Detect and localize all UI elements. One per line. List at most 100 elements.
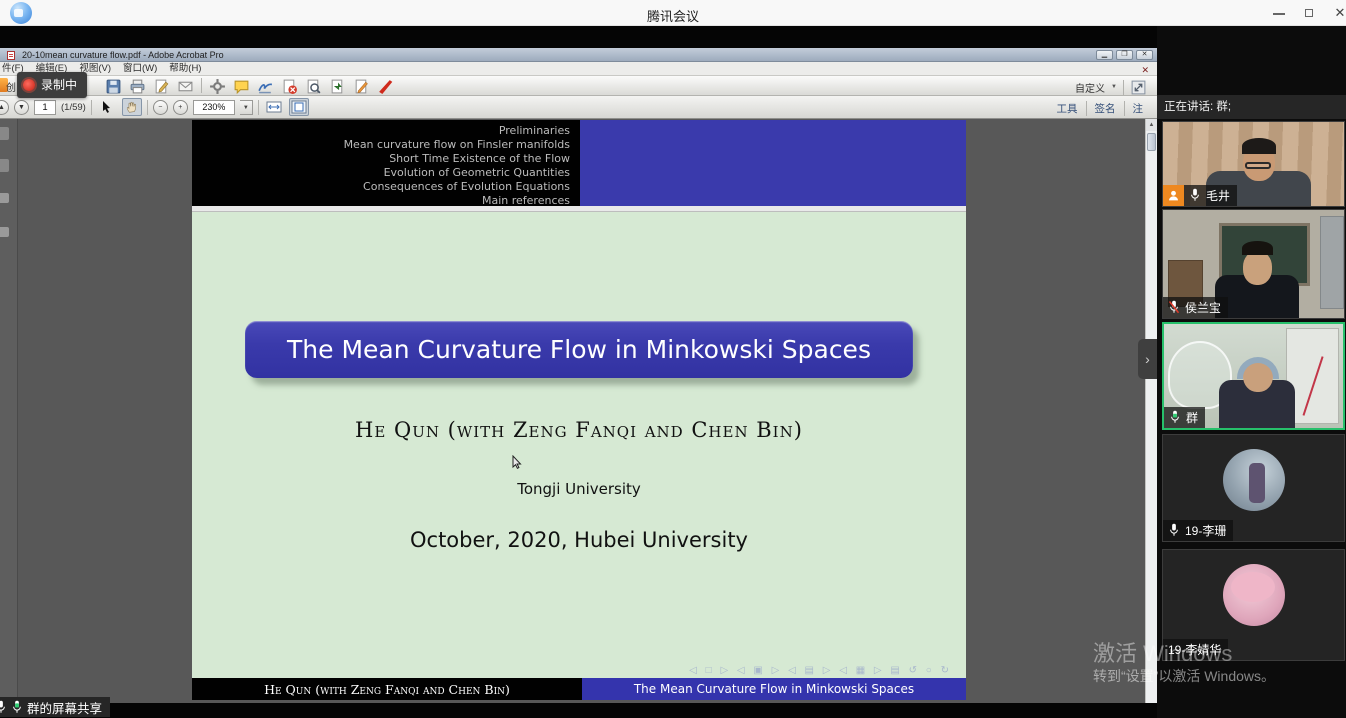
windows-watermark-line1: 激活 Windows <box>1093 636 1232 668</box>
page-count-label: (1/59) <box>61 102 86 113</box>
mic-icon <box>0 700 7 715</box>
customize-button[interactable]: 自定义 <box>1075 80 1105 95</box>
pdf-slide: Preliminaries Mean curvature flow on Fin… <box>192 120 966 700</box>
delete-pages-icon[interactable] <box>281 78 298 94</box>
slide-footer-title: The Mean Curvature Flow in Minkowski Spa… <box>582 678 966 700</box>
screen-share-label: 群的屏幕共享 <box>0 697 110 717</box>
scrollbar-thumb[interactable] <box>1147 133 1156 151</box>
toc-item: Preliminaries <box>344 124 570 138</box>
fit-page-button[interactable] <box>289 98 309 116</box>
acrobat-restore-button[interactable]: ❐ <box>1116 50 1133 60</box>
sign-tab[interactable]: 签名 <box>1095 101 1116 116</box>
mic-speaking-icon <box>11 700 23 715</box>
next-page-button[interactable]: ▼ <box>14 100 29 115</box>
zoom-dropdown-button[interactable]: ▼ <box>240 100 253 115</box>
fit-width-button[interactable] <box>264 98 284 116</box>
slide-footer-author: He Qun (with Zeng Fanqi and Chen Bin) <box>192 678 582 700</box>
hand-tool-button[interactable] <box>122 98 142 116</box>
acrobat-close-button[interactable]: ✕ <box>1136 50 1153 60</box>
mouse-cursor-icon <box>512 455 523 470</box>
window-title: 腾讯会议 <box>0 6 1346 25</box>
customize-caret-icon: ▼ <box>1111 84 1117 90</box>
acrobat-toolbar-main: 自定义 ▼ <box>0 76 1157 96</box>
panel-expand-tab[interactable]: › <box>1138 339 1157 379</box>
participant-name: 19-李珊 <box>1185 522 1226 539</box>
participant-avatar <box>1223 564 1285 626</box>
participant-name: 侯兰宝 <box>1185 299 1221 316</box>
meeting-window: 腾讯会议 ✕ 20-10mean curvature flow.pdf - Ad… <box>0 0 1346 718</box>
mic-speaking-icon <box>1169 410 1181 425</box>
speaking-indicator: 正在讲话: 群; ↩ <box>1157 95 1346 119</box>
beamer-nav-symbols[interactable]: ◁ □ ▷ ◁ ▣ ▷ ◁ ▤ ▷ ◁ ▦ ▷ ▤ ↺ ○ ↻ <box>689 665 952 676</box>
form-icon[interactable] <box>353 78 370 94</box>
acrobat-title: 20-10mean curvature flow.pdf - Adobe Acr… <box>22 48 224 62</box>
pdf-file-icon <box>7 51 15 60</box>
windows-watermark-line2: 转到“设置”以激活 Windows。 <box>1093 666 1275 686</box>
expand-toolbar-icon[interactable] <box>1130 79 1147 95</box>
participant-tile[interactable]: 19-李珊 <box>1162 434 1345 542</box>
participant-name: 毛井 <box>1206 187 1230 204</box>
participant-tile[interactable]: 毛井 <box>1162 121 1345 207</box>
search-document-icon[interactable] <box>305 78 322 94</box>
mic-on-icon <box>1189 188 1201 203</box>
create-button-label[interactable]: 创 <box>6 79 16 94</box>
hand-icon <box>125 100 139 114</box>
participant-tile[interactable]: 侯兰宝 <box>1162 209 1345 319</box>
slide-toc: Preliminaries Mean curvature flow on Fin… <box>344 124 570 208</box>
participant-tile-active[interactable]: 群 <box>1162 322 1345 430</box>
comment-icon[interactable] <box>233 78 250 94</box>
bookmarks-icon[interactable] <box>0 159 9 172</box>
minimize-button[interactable] <box>1271 5 1287 21</box>
toc-item: Consequences of Evolution Equations <box>344 180 570 194</box>
print-icon[interactable] <box>129 78 146 94</box>
gear-icon[interactable] <box>209 78 226 94</box>
page-thumbnails-icon[interactable] <box>0 127 9 140</box>
menubar-close-icon[interactable]: ✕ <box>1141 63 1149 77</box>
acrobat-titlebar[interactable]: 20-10mean curvature flow.pdf - Adobe Acr… <box>0 48 1157 62</box>
zoom-in-button[interactable]: + <box>173 100 188 115</box>
attachments-icon[interactable] <box>0 193 9 203</box>
highlight-pen-icon[interactable] <box>377 78 394 94</box>
acrobat-menubar: 件(F) 编辑(E) 视图(V) 窗口(W) 帮助(H) ✕ <box>0 62 1157 76</box>
mic-on-icon <box>1168 523 1180 538</box>
select-tool-button[interactable] <box>97 98 117 116</box>
menu-window[interactable]: 窗口(W) <box>123 62 157 75</box>
zoom-level-input[interactable]: 230% <box>193 100 235 115</box>
email-icon[interactable] <box>177 78 194 94</box>
toc-item: Short Time Existence of the Flow <box>344 152 570 166</box>
menu-help[interactable]: 帮助(H) <box>169 62 201 75</box>
mic-muted-icon <box>1168 300 1180 315</box>
previous-page-button[interactable]: ▲ <box>0 100 9 115</box>
speaking-label: 正在讲话: 群; <box>1164 101 1231 113</box>
close-button[interactable]: ✕ <box>1332 5 1346 21</box>
recording-badge: 录制中 <box>17 72 87 98</box>
share-label-text: 群的屏幕共享 <box>27 698 102 717</box>
slide-affiliation: Tongji University <box>192 480 966 498</box>
toc-item: Mean curvature flow on Finsler manifolds <box>344 138 570 152</box>
signature-icon[interactable] <box>257 78 274 94</box>
presenter-badge-icon <box>1163 185 1184 206</box>
signatures-icon[interactable] <box>0 227 9 237</box>
participants-sidebar: 正在讲话: 群; ↩ 毛井 <box>1157 26 1346 718</box>
acrobat-minimize-button[interactable]: ▁ <box>1096 50 1113 60</box>
slide-date-line: October, 2020, Hubei University <box>192 528 966 552</box>
slide-header-blue-panel <box>580 120 966 206</box>
edit-icon[interactable] <box>153 78 170 94</box>
scroll-up-icon[interactable]: ▲ <box>1146 119 1157 131</box>
acrobat-nav-pane[interactable] <box>0 119 18 703</box>
zoom-out-button[interactable]: − <box>153 100 168 115</box>
export-document-icon[interactable] <box>329 78 346 94</box>
toc-item: Evolution of Geometric Quantities <box>344 166 570 180</box>
recording-dot-icon <box>23 79 35 91</box>
vertical-scrollbar[interactable]: ▲ <box>1145 119 1157 703</box>
page-number-input[interactable]: 1 <box>34 100 56 115</box>
slide-title: The Mean Curvature Flow in Minkowski Spa… <box>287 335 871 364</box>
tools-tab[interactable]: 工具 <box>1057 101 1078 116</box>
slide-title-box: The Mean Curvature Flow in Minkowski Spa… <box>245 321 913 378</box>
recording-label: 录制中 <box>41 78 77 92</box>
restore-button[interactable] <box>1302 5 1318 21</box>
slide-header-toc-panel: Preliminaries Mean curvature flow on Fin… <box>192 120 580 206</box>
save-icon[interactable] <box>105 78 122 94</box>
slide-body: The Mean Curvature Flow in Minkowski Spa… <box>192 212 966 678</box>
comment-tab[interactable]: 注 <box>1133 101 1144 116</box>
